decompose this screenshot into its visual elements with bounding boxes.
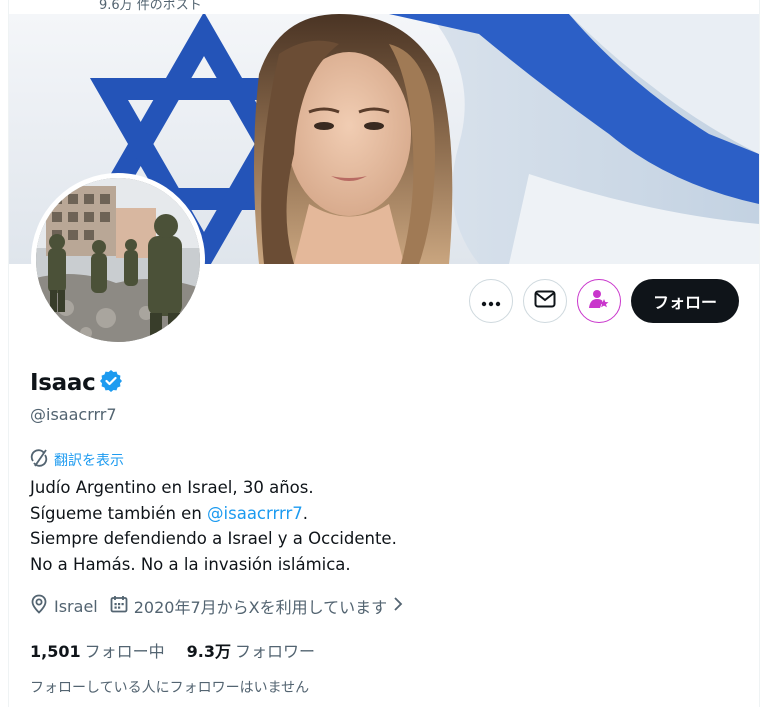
follow-button[interactable]: フォロー	[630, 279, 739, 323]
more-button[interactable]	[468, 279, 513, 323]
followers-count: 9.3万	[186, 642, 231, 661]
calendar-icon	[110, 595, 128, 617]
followers-link[interactable]: 9.3万 フォロワー	[187, 638, 315, 662]
following-count: 1,501	[30, 642, 81, 661]
profile-handle: @isaacrrr7	[30, 405, 117, 424]
bio-line: Siempre defendiendo a Israel y a Occiden…	[30, 529, 397, 548]
message-button[interactable]	[522, 279, 567, 323]
profile-panel: 9.6万 件のポスト フォロー Isaac @isaacrrr7 翻訳を表示 J…	[8, 0, 760, 707]
join-date[interactable]: 2020年7月からXを利用しています	[110, 594, 403, 618]
bio-mention-link[interactable]: @isaacrrrr7	[207, 504, 303, 523]
bio-line: Sígueme también en @isaacrrrr7.	[30, 501, 397, 527]
translate-label: 翻訳を表示	[54, 453, 124, 469]
profile-avatar[interactable]	[31, 173, 205, 347]
following-link[interactable]: 1,501 フォロー中	[30, 638, 165, 662]
profile-bio: Judío Argentino en Israel, 30 años. Sígu…	[30, 475, 397, 577]
profile-actions: フォロー	[468, 279, 739, 323]
chevron-right-icon	[393, 596, 403, 616]
join-date-label: 2020年7月からXを利用しています	[133, 598, 388, 617]
location-label: Israel	[54, 596, 98, 616]
bio-line: No a Hamás. No a la invasión islámica.	[30, 554, 351, 574]
followed-by-note: フォローしている人にフォロワーはいません	[30, 680, 310, 696]
post-count: 9.6万 件のポスト	[99, 0, 202, 13]
profile-meta: Israel 2020年7月からXを利用しています	[30, 594, 415, 618]
follow-stats: 1,501 フォロー中 9.3万 フォロワー	[30, 638, 337, 662]
followers-label: フォロワー	[234, 642, 315, 661]
bio-line: Judío Argentino en Israel, 30 años.	[30, 478, 314, 497]
bio-text: Sígueme también en	[30, 503, 208, 523]
location: Israel	[30, 594, 98, 618]
verified-badge-icon[interactable]	[100, 370, 123, 396]
subscribe-star-icon	[588, 288, 610, 314]
translate-link[interactable]: 翻訳を表示	[30, 449, 124, 471]
following-label: フォロー中	[84, 642, 165, 661]
display-name: Isaac	[30, 370, 96, 396]
translate-icon	[30, 449, 48, 471]
name-row: Isaac	[30, 370, 123, 396]
location-pin-icon	[30, 594, 48, 618]
bio-text: .	[302, 503, 309, 523]
mail-icon	[534, 290, 556, 312]
more-icon	[481, 292, 501, 311]
avatar-image	[36, 178, 200, 342]
subscribe-button[interactable]	[576, 279, 621, 323]
